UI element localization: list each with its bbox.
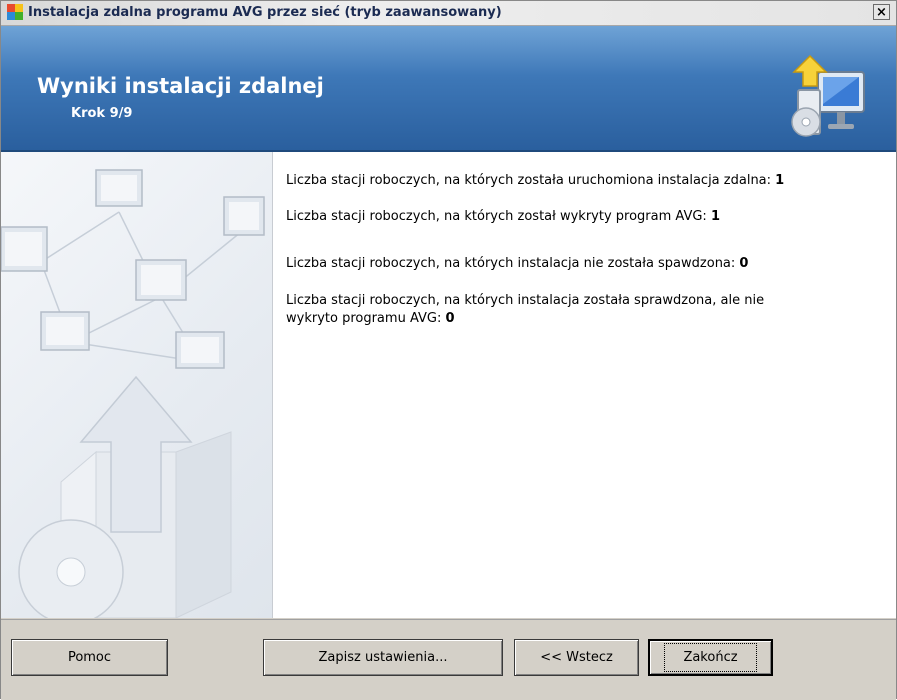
result-detected-label: Liczba stacji roboczych, na których zost… <box>286 209 711 224</box>
save-settings-button-label: Zapisz ustawienia... <box>318 650 448 665</box>
close-button[interactable]: × <box>873 4 890 20</box>
result-unchecked-label: Liczba stacji roboczych, na których inst… <box>286 256 740 271</box>
back-button-label: << Wstecz <box>540 650 613 665</box>
save-settings-button[interactable]: Zapisz ustawienia... <box>263 639 503 676</box>
result-not-detected-label-b: wykryto programu AVG: <box>286 311 446 326</box>
result-unchecked-value: 0 <box>739 256 749 271</box>
side-illustration-graphic <box>1 169 265 618</box>
help-button[interactable]: Pomoc <box>11 639 168 676</box>
page-title: Wyniki instalacji zdalnej <box>37 74 324 98</box>
result-started-count: Liczba stacji roboczych, na których zost… <box>286 172 784 190</box>
result-not-detected-count: Liczba stacji roboczych, na których inst… <box>286 292 764 328</box>
result-detected-count: Liczba stacji roboczych, na których zost… <box>286 208 720 226</box>
result-detected-value: 1 <box>710 209 720 224</box>
header-banner: Wyniki instalacji zdalnej Krok 9/9 <box>1 26 896 152</box>
results-panel: Liczba stacji roboczych, na których zost… <box>273 152 896 618</box>
avg-logo-icon <box>7 4 23 20</box>
result-not-detected-label-a: Liczba stacji roboczych, na których inst… <box>286 293 765 308</box>
network-computers-illustration <box>1 152 273 618</box>
network-install-icon <box>791 54 865 137</box>
title-bar[interactable]: Instalacja zdalna programu AVG przez sie… <box>1 1 896 26</box>
step-indicator: Krok 9/9 <box>71 106 133 121</box>
close-icon: × <box>876 4 887 20</box>
finish-button-label: Zakończ <box>664 643 757 672</box>
help-button-label: Pomoc <box>67 650 112 665</box>
result-unchecked-count: Liczba stacji roboczych, na których inst… <box>286 255 748 273</box>
result-started-value: 1 <box>775 173 785 188</box>
finish-button[interactable]: Zakończ <box>648 639 773 676</box>
installer-window: Instalacja zdalna programu AVG przez sie… <box>0 0 897 700</box>
result-started-label: Liczba stacji roboczych, na których zost… <box>286 173 776 188</box>
back-button[interactable]: << Wstecz <box>514 639 639 676</box>
button-bar: Pomoc Zapisz ustawienia... << Wstecz Zak… <box>1 619 896 700</box>
result-not-detected-value: 0 <box>445 311 455 326</box>
window-title: Instalacja zdalna programu AVG przez sie… <box>28 5 502 20</box>
